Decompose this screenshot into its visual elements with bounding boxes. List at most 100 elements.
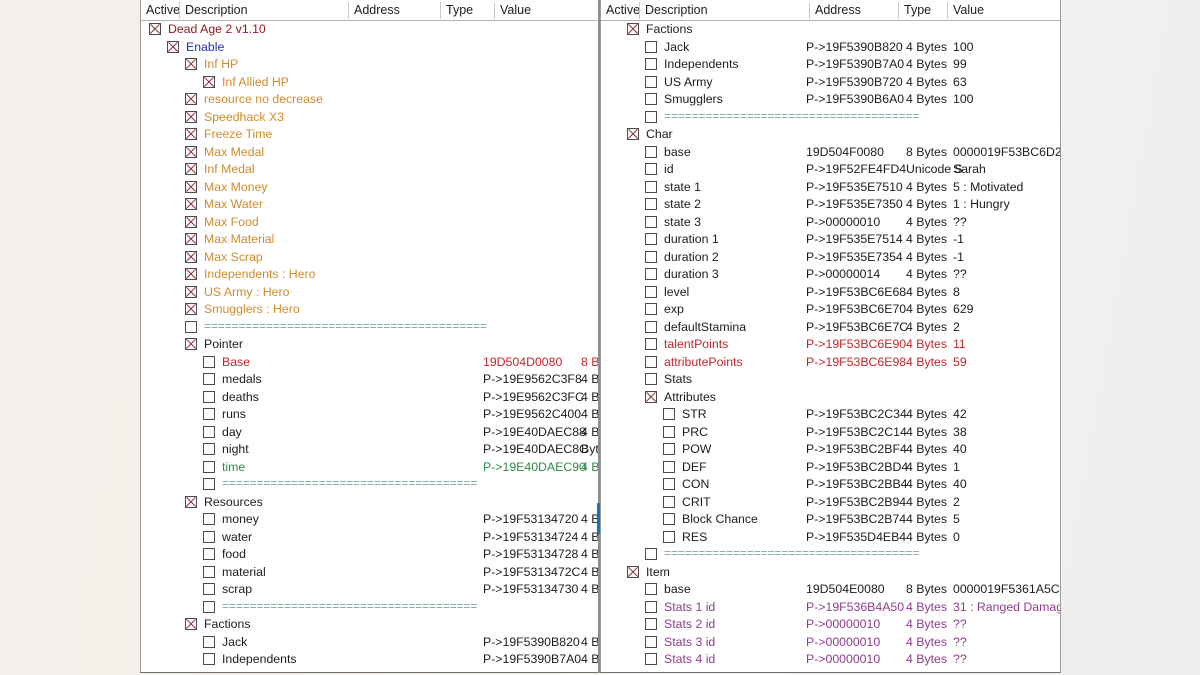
column-header-active-right[interactable]: Active [601, 0, 639, 20]
cheat-entry-row[interactable]: state 2 P->19F535E7350 4 Bytes 1 : Hungry [601, 196, 1060, 214]
cheat-entry-row[interactable]: duration 1 P->19F535E7514 4 Bytes -1 [601, 231, 1060, 249]
entry-type[interactable]: 4 Bytes [906, 529, 947, 547]
entry-description[interactable]: state 3 [664, 214, 701, 232]
entry-description[interactable]: Independents [664, 56, 739, 74]
entry-checkbox-checked[interactable] [645, 390, 657, 403]
cheat-entry-row[interactable]: Attributes [601, 389, 1060, 407]
entry-type[interactable]: 4 Bytes [906, 319, 947, 337]
entry-address[interactable]: P->19F53BC2C34 [806, 406, 907, 424]
entry-checkbox-unchecked[interactable] [663, 460, 675, 473]
entry-type[interactable]: 4 Bytes [906, 74, 947, 92]
entry-type[interactable]: 4 Bytes [906, 301, 947, 319]
entry-description[interactable]: US Army [664, 74, 713, 92]
entry-address[interactable]: P->19E40DAEC88 [483, 424, 586, 442]
entry-description[interactable]: ===================================== [222, 476, 477, 494]
entry-description[interactable]: RES [682, 529, 707, 547]
entry-address[interactable]: P->19F5390B820 [483, 634, 580, 652]
entry-checkbox-unchecked[interactable] [645, 198, 657, 210]
entry-checkbox-unchecked[interactable] [645, 145, 657, 158]
entry-checkbox-checked[interactable] [185, 145, 197, 158]
entry-value[interactable]: 0000019F5361A5C0 [953, 581, 1060, 599]
entry-checkbox-unchecked[interactable] [203, 460, 215, 473]
entry-address[interactable]: P->19F53BC2B94 [806, 494, 906, 512]
entry-address[interactable]: 19D504D0080 [483, 354, 562, 372]
entry-type[interactable]: 4 Bytes [581, 371, 598, 389]
entry-description[interactable]: base [664, 144, 691, 162]
cheat-entry-row[interactable]: ===================================== [601, 546, 1060, 564]
entry-checkbox-checked[interactable] [203, 75, 215, 88]
entry-address[interactable]: P->19F53BC2B74 [806, 511, 906, 529]
entry-address[interactable]: P->19F53BC6E98 [806, 354, 906, 372]
entry-checkbox-unchecked[interactable] [203, 635, 215, 648]
column-header-active[interactable]: Active [141, 0, 179, 20]
entry-checkbox-unchecked[interactable] [203, 548, 215, 560]
entry-description[interactable]: Jack [222, 634, 247, 652]
cheat-entry-row[interactable]: scrapP->19F531347304 Bytes9999 [141, 581, 598, 599]
entry-value[interactable]: ?? [953, 266, 967, 284]
entry-type[interactable]: Byte [581, 441, 598, 459]
entry-description[interactable]: Independents : Hero [204, 266, 315, 284]
entry-address[interactable]: P->19F5390B7A0 [483, 651, 581, 669]
cheat-entry-row[interactable]: state 1 P->19F535E7510 4 Bytes 5 : Motivate… [601, 179, 1060, 197]
cheat-table-right-panel[interactable]: Active Description Address Type Value Fa… [600, 0, 1061, 673]
entry-value[interactable]: 38 [953, 424, 967, 442]
entry-value[interactable]: -1 [953, 231, 964, 249]
entry-value[interactable]: 1 : Hungry [953, 196, 1010, 214]
entry-description[interactable]: Base [222, 354, 250, 372]
entry-description[interactable]: Attributes [664, 389, 716, 407]
entry-checkbox-unchecked[interactable] [645, 600, 657, 613]
entry-checkbox-checked[interactable] [185, 495, 197, 508]
entry-type[interactable]: 8 Bytes [906, 144, 947, 162]
entry-checkbox-unchecked[interactable] [645, 110, 657, 123]
cheat-entry-row[interactable]: Max Medal<script> [141, 144, 598, 162]
cheat-entry-row[interactable]: PRC P->19F53BC2C14 4 Bytes 38 [601, 424, 1060, 442]
entry-type[interactable]: 8 Bytes [581, 354, 598, 372]
column-header-address-right[interactable]: Address [810, 0, 902, 20]
entry-address[interactable]: P->19E9562C400 [483, 406, 581, 424]
cheat-entry-row[interactable]: level P->19F53BC6E68 4 Bytes 8 [601, 284, 1060, 302]
entry-type[interactable]: 4 Bytes [906, 634, 947, 652]
entry-description[interactable]: attributePoints [664, 354, 743, 372]
entry-address[interactable]: P->00000010 [806, 616, 880, 634]
entry-type[interactable]: 4 Bytes [581, 564, 598, 582]
cheat-entry-row[interactable]: Max Material<script> [141, 231, 598, 249]
entry-checkbox-checked[interactable] [185, 198, 197, 210]
entry-checkbox-unchecked[interactable] [203, 425, 215, 438]
entry-checkbox-checked[interactable] [185, 233, 197, 245]
entry-description[interactable]: STR [682, 406, 707, 424]
entry-address[interactable]: P->19F5313472C [483, 564, 580, 582]
entry-type[interactable]: 4 Bytes [581, 581, 598, 599]
entry-description[interactable]: scrap [222, 581, 252, 599]
cheat-entry-row[interactable]: Freeze Time<script> [141, 126, 598, 144]
cheat-entry-row[interactable]: ===================================== [141, 476, 598, 494]
cheat-entry-row[interactable]: runsP->19E9562C4004 Bytes2 [141, 406, 598, 424]
cheat-entry-row[interactable]: Stats 1 id P->19F536B4A50 4 Bytes 31 : Rang… [601, 599, 1060, 617]
entry-value[interactable]: 31 : Ranged Damage [953, 599, 1060, 617]
entry-checkbox-unchecked[interactable] [645, 303, 657, 315]
entry-description[interactable]: resource no decrease [204, 91, 323, 109]
entry-checkbox-checked[interactable] [185, 618, 197, 630]
entry-description[interactable]: exp [664, 301, 684, 319]
entry-checkbox-unchecked[interactable] [663, 478, 675, 490]
entry-checkbox-unchecked[interactable] [645, 58, 657, 70]
entry-checkbox-unchecked[interactable] [185, 320, 197, 333]
entry-checkbox-unchecked[interactable] [203, 478, 215, 490]
cheat-entry-row[interactable]: Resources [141, 494, 598, 512]
entry-description[interactable]: state 1 [664, 179, 701, 197]
cheat-entry-row[interactable]: CON P->19F53BC2BB4 4 Bytes 40 [601, 476, 1060, 494]
entry-checkbox-checked[interactable] [185, 163, 197, 175]
entry-type[interactable]: 4 Bytes [581, 424, 598, 442]
cheat-entry-list-right[interactable]: Factions Jack P->19F5390B820 4 Bytes 100 Inde… [601, 21, 1060, 669]
entry-description[interactable]: Inf Allied HP [222, 74, 289, 92]
cheat-entry-row[interactable]: foodP->19F531347284 Bytes9999 [141, 546, 598, 564]
cheat-entry-row[interactable]: Dead Age 2 v1.10<script> [141, 21, 598, 39]
entry-checkbox-checked[interactable] [627, 23, 639, 35]
entry-description[interactable]: runs [222, 406, 246, 424]
entry-value[interactable]: 2 [953, 319, 960, 337]
entry-description[interactable]: base [664, 581, 691, 599]
entry-address[interactable]: P->19F536B4A50 [806, 599, 904, 617]
entry-checkbox-unchecked[interactable] [645, 75, 657, 88]
entry-address[interactable]: P->00000010 [806, 214, 880, 232]
entry-description[interactable]: Stats 3 id [664, 634, 715, 652]
entry-checkbox-unchecked[interactable] [645, 180, 657, 193]
